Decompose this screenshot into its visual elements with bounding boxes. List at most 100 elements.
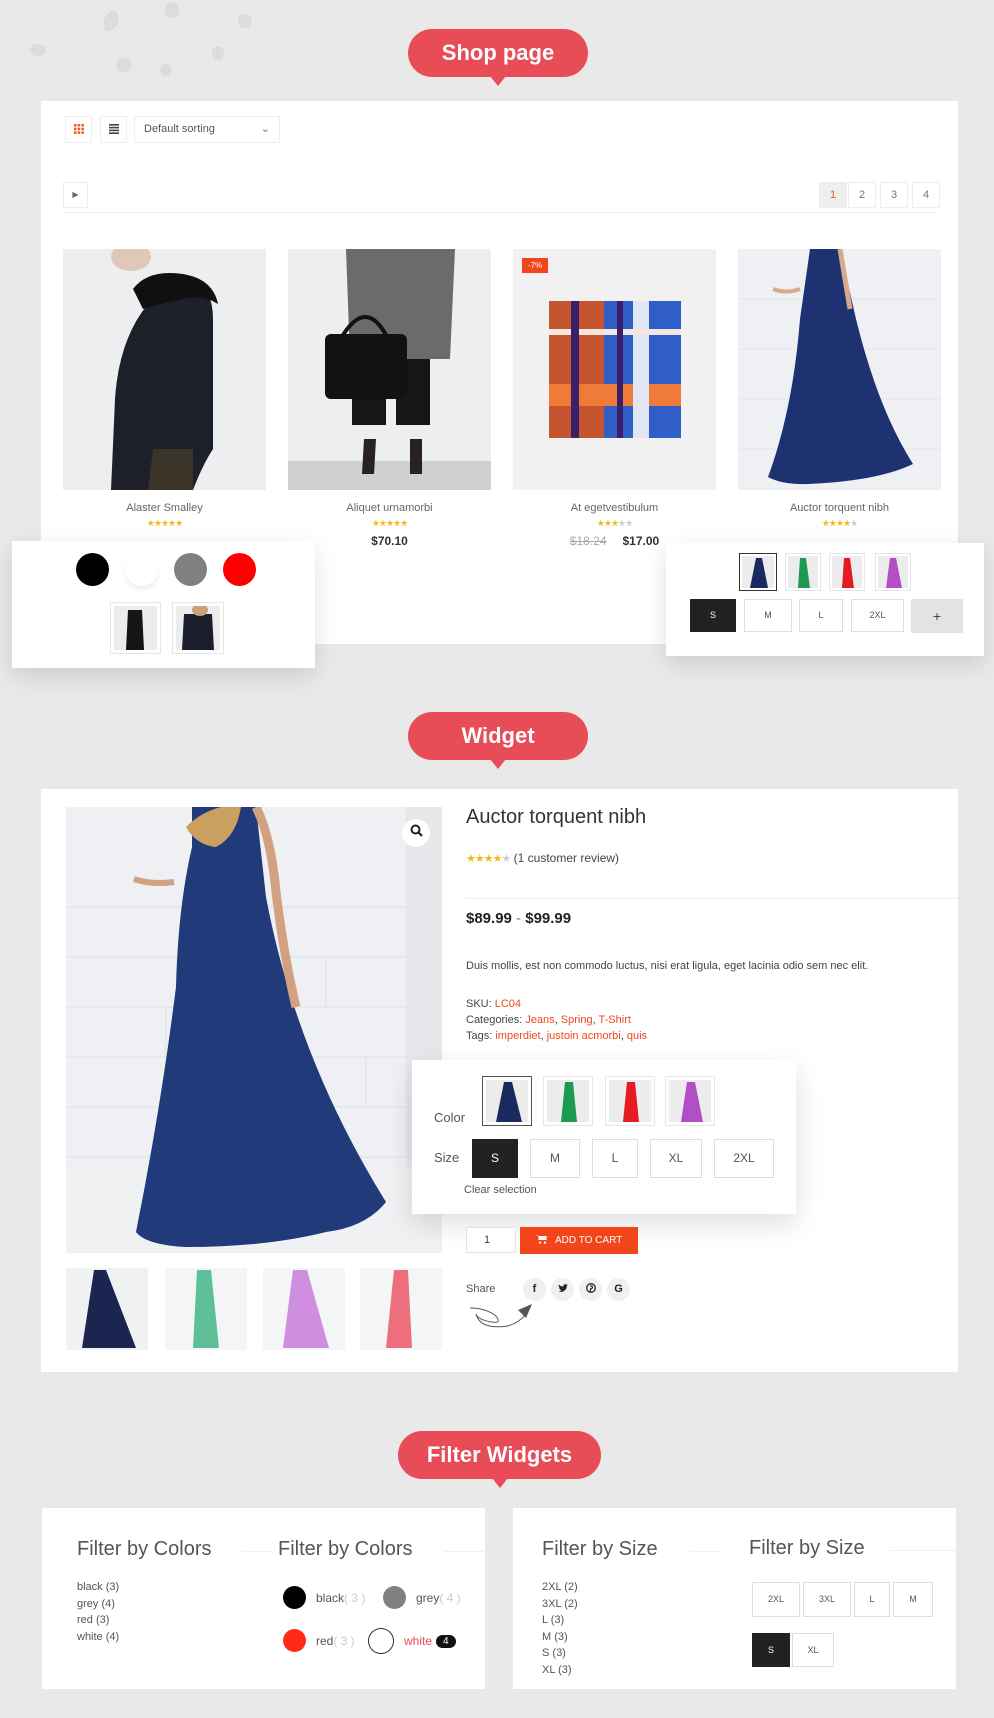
add-to-cart-button[interactable]: ADD TO CART bbox=[520, 1227, 638, 1254]
pager-nav-button[interactable]: ▶ bbox=[63, 182, 88, 208]
size-option-m[interactable]: M bbox=[530, 1139, 580, 1178]
size-filter-button-l[interactable]: L bbox=[854, 1582, 890, 1617]
size-filter-button-2xl[interactable]: 2XL bbox=[752, 1582, 800, 1617]
size-filter-button-xl[interactable]: XL bbox=[792, 1633, 834, 1667]
color-option-green[interactable] bbox=[543, 1076, 593, 1126]
image-swatch-navy[interactable] bbox=[739, 553, 777, 591]
color-option-purple[interactable] bbox=[665, 1076, 715, 1126]
color-filter-item[interactable]: red (3) bbox=[77, 1612, 119, 1629]
twitter-share-button[interactable] bbox=[551, 1278, 574, 1301]
page-4-button[interactable]: 4 bbox=[912, 182, 940, 208]
product-name[interactable]: Aliquet urnamorbi bbox=[288, 502, 491, 514]
divider bbox=[444, 1551, 484, 1552]
size-option-xl[interactable]: XL bbox=[650, 1139, 702, 1178]
product-card[interactable]: Aliquet urnamorbi ★★★★★ $70.10 bbox=[288, 249, 491, 548]
gallery-thumb-mint[interactable] bbox=[165, 1268, 247, 1350]
color-filter-list: black (3) grey (4) red (3) white (4) bbox=[77, 1579, 119, 1645]
sale-price: $17.00 bbox=[622, 534, 660, 548]
page-3-button[interactable]: 3 bbox=[880, 182, 908, 208]
category-link[interactable]: Jeans bbox=[525, 1014, 554, 1026]
size-filter-item[interactable]: 2XL (2) bbox=[542, 1579, 578, 1596]
swatch-grey[interactable] bbox=[174, 553, 207, 586]
count-badge: 4 bbox=[436, 1634, 456, 1648]
rating-stars: ★★★★★ bbox=[596, 518, 633, 528]
color-filter-item[interactable]: black (3) bbox=[77, 1579, 119, 1596]
size-option-s[interactable]: S bbox=[690, 599, 736, 632]
size-filter-button-m[interactable]: M bbox=[893, 1582, 933, 1617]
product-rating: ★★★★★ (1 customer review) bbox=[466, 851, 619, 865]
product-card[interactable]: Auctor torquent nibh ★★★★★ bbox=[738, 249, 941, 529]
review-link[interactable]: (1 customer review) bbox=[514, 851, 619, 865]
cart-icon bbox=[535, 1235, 555, 1246]
size-filter-item[interactable]: L (3) bbox=[542, 1612, 578, 1629]
size-filter-item[interactable]: XL (3) bbox=[542, 1662, 578, 1679]
tag-link[interactable]: quis bbox=[627, 1030, 647, 1042]
size-option-m[interactable]: M bbox=[744, 599, 792, 632]
more-sizes-button[interactable]: + bbox=[911, 599, 963, 633]
product-name[interactable]: Alaster Smalley bbox=[63, 502, 266, 514]
swatch-filter-item-active[interactable]: white 4 bbox=[368, 1628, 456, 1654]
zoom-button[interactable] bbox=[402, 819, 430, 847]
swatch-red[interactable] bbox=[223, 553, 256, 586]
section-label-shop: Shop page bbox=[408, 29, 588, 86]
quantity-input[interactable]: 1 bbox=[466, 1227, 516, 1253]
product-name[interactable]: At egetvestibulum bbox=[513, 502, 716, 514]
size-option-2xl[interactable]: 2XL bbox=[714, 1139, 774, 1178]
old-price: $18.24 bbox=[569, 534, 607, 548]
product-image-scarf[interactable]: -7% bbox=[513, 249, 716, 490]
size-filter-item[interactable]: 3XL (2) bbox=[542, 1596, 578, 1613]
size-option-2xl[interactable]: 2XL bbox=[851, 599, 904, 632]
product-main-image[interactable] bbox=[66, 807, 442, 1253]
image-swatch-black-jacket[interactable] bbox=[110, 602, 161, 654]
page-2-button[interactable]: 2 bbox=[848, 182, 876, 208]
product-card[interactable]: -7% At egetvestibulum ★★★★★ $18.24 $17.00 bbox=[513, 249, 716, 548]
size-filter-button-s[interactable]: S bbox=[752, 1633, 790, 1667]
divider bbox=[890, 1550, 956, 1551]
list-view-button[interactable] bbox=[100, 116, 127, 143]
clear-selection-link[interactable]: Clear selection bbox=[464, 1184, 537, 1196]
category-link[interactable]: T-Shirt bbox=[599, 1014, 631, 1026]
tag-link[interactable]: justoin acmorbi bbox=[547, 1030, 621, 1042]
facebook-share-button[interactable]: f bbox=[523, 1278, 546, 1301]
category-link[interactable]: Spring bbox=[561, 1014, 593, 1026]
swatch-filter-item[interactable]: red( 3 ) bbox=[283, 1629, 355, 1652]
gallery-thumb-coral[interactable] bbox=[360, 1268, 442, 1350]
size-filter-item[interactable]: S (3) bbox=[542, 1645, 578, 1662]
image-swatch-black-blazer[interactable] bbox=[172, 602, 224, 654]
color-filter-item[interactable]: grey (4) bbox=[77, 1596, 119, 1613]
size-filter-button-3xl[interactable]: 3XL bbox=[803, 1582, 851, 1617]
pinterest-share-button[interactable] bbox=[579, 1278, 602, 1301]
swatch-black[interactable] bbox=[76, 553, 109, 586]
image-swatch-green[interactable] bbox=[785, 553, 821, 591]
product-categories: Categories: Jeans, Spring, T-Shirt bbox=[466, 1014, 631, 1026]
grid-view-button[interactable] bbox=[65, 116, 92, 143]
page-1-button[interactable]: 1 bbox=[819, 182, 847, 208]
size-filter-item[interactable]: M (3) bbox=[542, 1629, 578, 1646]
image-swatch-red[interactable] bbox=[829, 553, 865, 591]
product-image-bag[interactable] bbox=[288, 249, 491, 490]
swatch-filter-item[interactable]: grey( 4 ) bbox=[383, 1586, 461, 1609]
swatch-white bbox=[368, 1628, 394, 1654]
gallery-thumb-navy[interactable] bbox=[66, 1268, 148, 1350]
rating-stars: ★★★★★ bbox=[371, 518, 408, 528]
google-share-button[interactable]: G bbox=[607, 1278, 630, 1301]
color-option-navy[interactable] bbox=[482, 1076, 532, 1126]
gallery-thumb-lilac[interactable] bbox=[263, 1268, 345, 1350]
swatch-white[interactable] bbox=[125, 553, 158, 586]
section-label-filter: Filter Widgets bbox=[398, 1431, 601, 1488]
variation-form-card: Color Size S M L XL 2XL Clear selection bbox=[412, 1060, 796, 1214]
color-option-red[interactable] bbox=[605, 1076, 655, 1126]
swatch-filter-item[interactable]: black( 3 ) bbox=[283, 1586, 365, 1609]
size-option-s[interactable]: S bbox=[472, 1139, 518, 1178]
size-option-l[interactable]: L bbox=[799, 599, 843, 632]
image-swatch-purple[interactable] bbox=[875, 553, 911, 591]
product-image-dress[interactable] bbox=[738, 249, 941, 490]
grid-icon bbox=[73, 121, 84, 139]
sort-select[interactable]: Default sorting ⌄ bbox=[134, 116, 280, 143]
color-filter-item[interactable]: white (4) bbox=[77, 1629, 119, 1646]
product-name[interactable]: Auctor torquent nibh bbox=[738, 502, 941, 514]
product-card[interactable]: Alaster Smalley ★★★★★ bbox=[63, 249, 266, 529]
product-image-jacket[interactable] bbox=[63, 249, 266, 490]
size-option-l[interactable]: L bbox=[592, 1139, 638, 1178]
tag-link[interactable]: imperdiet bbox=[495, 1030, 540, 1042]
